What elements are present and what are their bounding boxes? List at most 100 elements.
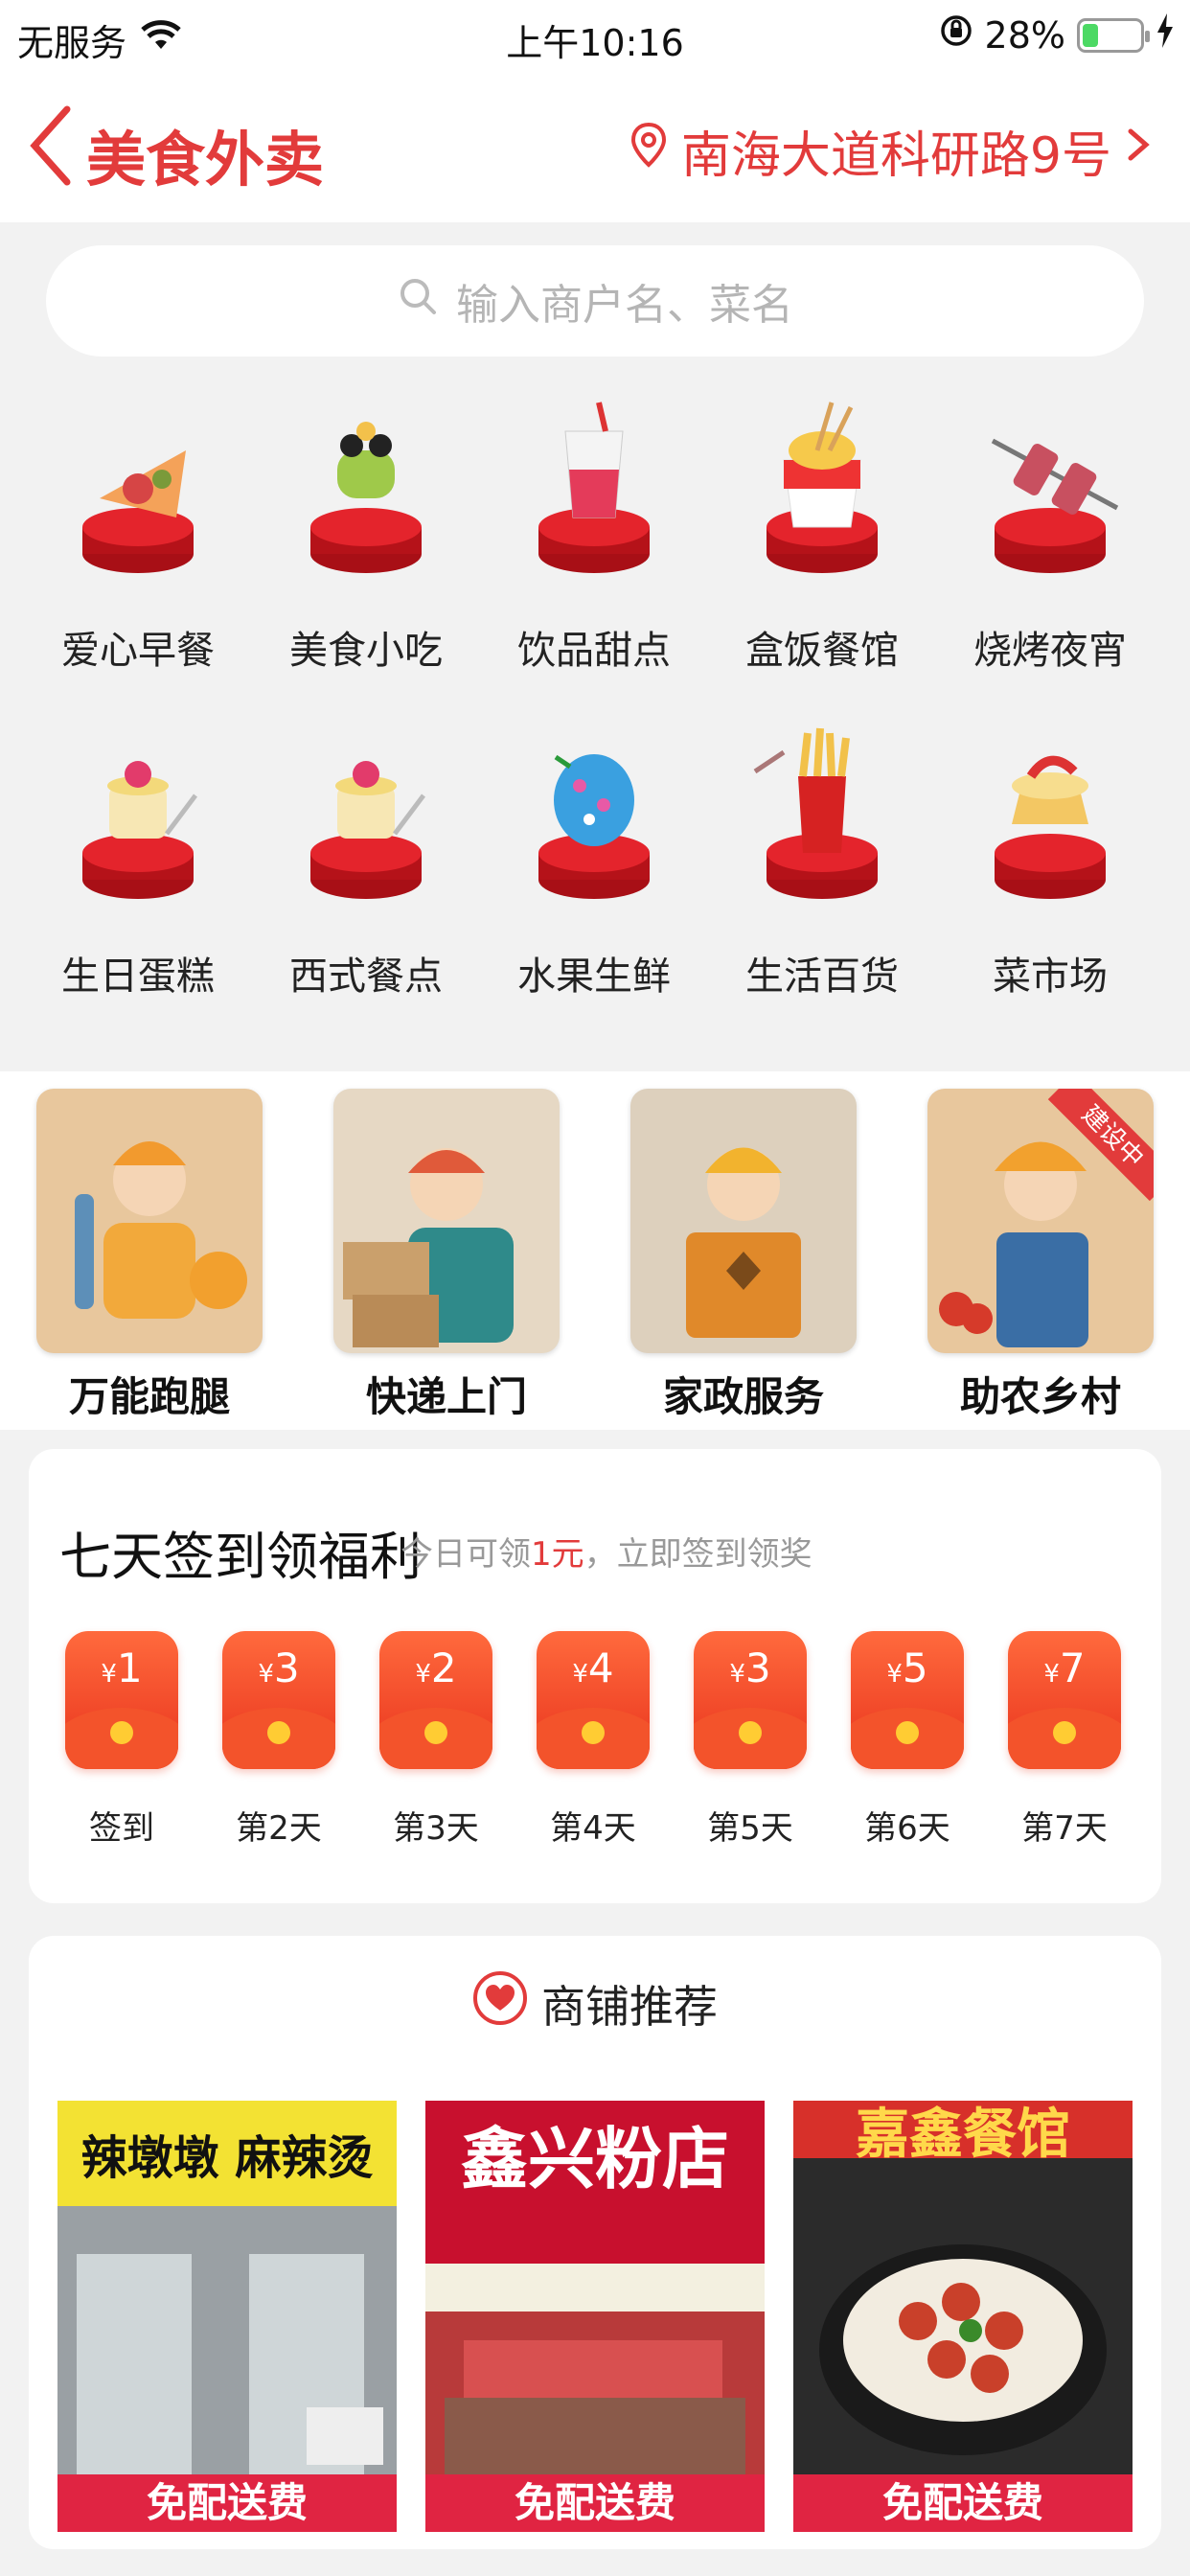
category-label: 菜市场 [993,954,1108,999]
category-label: 盒饭餐馆 [745,629,899,673]
rotation-lock-icon [939,13,973,57]
location-selector[interactable]: 南海大道科研路9号 [629,115,1152,187]
search-icon [397,275,439,328]
chevron-left-icon [30,105,71,186]
red-packet-icon: ¥2 [379,1631,492,1769]
reward-amount: 4 [587,1644,614,1691]
fries-icon [726,719,918,910]
category-label: 生日蛋糕 [61,954,215,999]
service-item[interactable]: 建设中 助农乡村 [927,1089,1154,1423]
category-item[interactable]: 烧烤夜宵 [935,393,1165,680]
cake-icon [42,719,234,910]
service-item[interactable]: 家政服务 [630,1089,857,1423]
service-item[interactable]: 快递上门 [333,1089,560,1423]
category-item[interactable]: 菜市场 [935,719,1165,1006]
drink-cup-icon [498,393,690,585]
reward-amount: 7 [1059,1644,1086,1691]
shop-sign: 嘉鑫餐馆 [856,2103,1070,2166]
battery-icon [1077,17,1150,53]
category-label: 水果生鲜 [517,954,671,999]
service-illustration [36,1089,263,1353]
signin-day[interactable]: ¥5 第6天 [851,1631,964,1849]
currency-symbol: ¥ [572,1660,588,1689]
service-illustration [333,1089,560,1353]
currency-symbol: ¥ [101,1660,117,1689]
chevron-right-icon [1125,122,1152,180]
signin-day-label: 第2天 [236,1809,322,1848]
signin-day-label: 第5天 [707,1809,793,1848]
shop-photo: 鑫兴粉店 [425,2101,765,2474]
signin-day[interactable]: ¥4 第4天 [537,1631,650,1849]
fruit-icon [498,719,690,910]
shop-recommend-card: 商铺推荐 辣墩墩 麻辣烫 免配送费 鑫兴粉店 免配送费 嘉鑫餐馆 免配送费 [29,1936,1161,2549]
noodle-box-icon [726,393,918,585]
heart-badge-icon [472,1970,528,2036]
currency-symbol: ¥ [1043,1660,1060,1689]
red-packet-icon: ¥4 [537,1631,650,1769]
signin-day-label: 第4天 [550,1809,636,1848]
shop-sign: 辣墩墩 麻辣烫 [80,2131,374,2185]
signin-day[interactable]: ¥3 第2天 [222,1631,335,1849]
status-bar: 无服务 上午10:16 28% [0,0,1190,73]
category-item[interactable]: 盒饭餐馆 [707,393,937,680]
signin-subtitle[interactable]: 今日可领1元，立即签到领奖 [400,1528,812,1575]
reward-amount: 3 [744,1644,771,1691]
currency-symbol: ¥ [415,1660,431,1689]
service-row: 万能跑腿 快递上门 家政服务 建设中助农乡村 [0,1071,1190,1430]
category-item[interactable]: 美食小吃 [251,393,481,680]
signin-day[interactable]: ¥7 第7天 [1008,1631,1121,1849]
category-item[interactable]: 西式餐点 [251,719,481,1006]
service-illustration: 建设中 [927,1089,1154,1353]
service-label: 家政服务 [662,1373,824,1420]
recommend-title: 商铺推荐 [541,1980,718,2033]
category-label: 美食小吃 [289,629,443,673]
category-item[interactable]: 水果生鲜 [479,719,709,1006]
shop-card[interactable]: 嘉鑫餐馆 免配送费 [793,2101,1133,2532]
free-delivery-tag: 免配送费 [425,2474,765,2532]
search-input[interactable]: 输入商户名、菜名 [46,245,1144,356]
recommend-header: 商铺推荐 [29,1970,1161,2036]
currency-symbol: ¥ [258,1660,274,1689]
red-packet-icon: ¥3 [694,1631,807,1769]
skewer-snack-icon [270,393,462,585]
service-illustration [630,1089,857,1353]
service-label: 助农乡村 [959,1373,1121,1420]
category-item[interactable]: 爱心早餐 [23,393,253,680]
signin-day[interactable]: ¥1 签到 [65,1631,178,1849]
back-button[interactable] [23,100,80,192]
signin-card: 七天签到领福利 今日可领1元，立即签到领奖 ¥1 签到 ¥3 第2天 ¥2 第3天 ¥4 第4… [29,1449,1161,1903]
shop-card[interactable]: 鑫兴粉店 免配送费 [425,2101,765,2532]
bbq-skewer-icon [954,393,1146,585]
service-label: 万能跑腿 [68,1373,230,1420]
search-placeholder: 输入商户名、菜名 [456,281,793,330]
category-item[interactable]: 生日蛋糕 [23,719,253,1006]
category-item[interactable]: 生活百货 [707,719,937,1006]
category-label: 生活百货 [745,954,899,999]
red-packet-icon: ¥7 [1008,1631,1121,1769]
page-title: 美食外卖 [86,125,325,195]
currency-symbol: ¥ [729,1660,745,1689]
red-packet-icon: ¥3 [222,1631,335,1769]
signin-day[interactable]: ¥3 第5天 [694,1631,807,1849]
red-packet-icon: ¥5 [851,1631,964,1769]
red-packet-icon: ¥1 [65,1631,178,1769]
reward-amount: 2 [430,1644,457,1691]
service-item[interactable]: 万能跑腿 [36,1089,263,1423]
signin-day-label: 第7天 [1021,1809,1108,1848]
signin-sub-prefix: 今日可领 [400,1535,531,1574]
free-delivery-tag: 免配送费 [57,2474,397,2532]
reward-amount: 1 [116,1644,143,1691]
reward-amount: 3 [273,1644,300,1691]
sandwich-icon [954,719,1146,910]
signin-sub-suffix: ，立即签到领奖 [584,1535,812,1574]
service-label: 快递上门 [365,1373,527,1420]
free-delivery-tag: 免配送费 [793,2474,1133,2532]
signin-day[interactable]: ¥2 第3天 [379,1631,492,1849]
pizza-slice-icon [42,393,234,585]
category-label: 烧烤夜宵 [973,629,1127,673]
shop-sign: 鑫兴粉店 [461,2119,729,2198]
battery-percent: 28% [984,13,1065,57]
category-item[interactable]: 饮品甜点 [479,393,709,680]
shop-card[interactable]: 辣墩墩 麻辣烫免配送费 [57,2101,397,2532]
signin-title: 七天签到领福利 [59,1527,422,1587]
